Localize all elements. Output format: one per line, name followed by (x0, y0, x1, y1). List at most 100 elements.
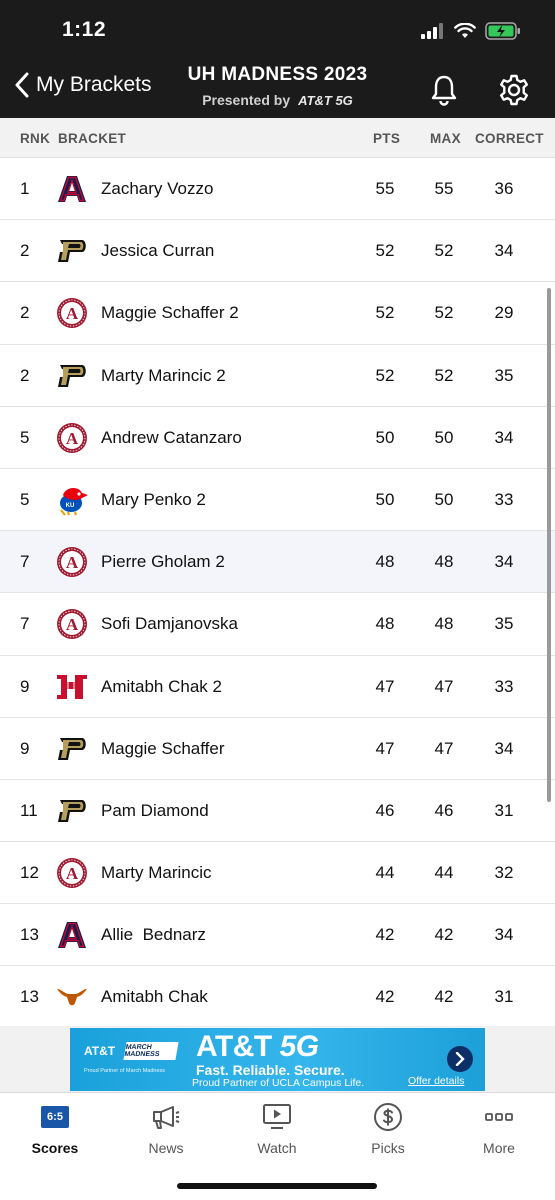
row-correct: 36 (494, 179, 514, 198)
svg-text:KU: KU (66, 503, 75, 509)
tab-scores[interactable]: 6:5 Scores (5, 1101, 105, 1156)
column-bracket: BRACKET (58, 131, 127, 146)
tab-label: Watch (257, 1140, 297, 1156)
row-name: Andrew Catanzaro (101, 427, 242, 447)
row-pts: 52 (375, 241, 395, 261)
tab-label: Scores (31, 1140, 79, 1156)
settings-button[interactable] (497, 73, 531, 112)
row-pts: 50 (375, 427, 395, 447)
table-row[interactable]: 1 Zachary Vozzo 55 55 36 (0, 158, 555, 221)
purdue-logo-icon (55, 795, 89, 827)
row-correct: 34 (494, 552, 514, 572)
tab-news[interactable]: News (116, 1101, 216, 1156)
ad-offer-link[interactable]: Offer details (408, 1075, 464, 1087)
tab-label: Picks (371, 1140, 405, 1156)
row-correct: 35 (494, 365, 514, 385)
row-rank: 9 (20, 738, 30, 758)
purdue-logo-icon (55, 733, 89, 765)
tab-watch[interactable]: Watch (227, 1101, 327, 1156)
more-dots-icon (449, 1101, 549, 1133)
table-row[interactable]: 13 Amitabh Chak 42 42 31 (0, 966, 555, 1026)
row-pts: 47 (375, 676, 395, 696)
row-rank: 2 (20, 303, 30, 323)
scrollbar[interactable] (547, 288, 551, 802)
battery-charging-icon (485, 22, 520, 40)
row-pts: 46 (375, 800, 395, 820)
tab-picks[interactable]: Picks (338, 1101, 438, 1156)
row-correct: 29 (494, 303, 514, 323)
ad-proud-partner: Proud Partner of UCLA Campus Life. (192, 1077, 365, 1089)
row-name: Maggie Schaffer 2 (101, 303, 239, 323)
row-name: Amitabh Chak (101, 987, 208, 1007)
ad-arrow-button[interactable] (447, 1046, 473, 1072)
news-megaphone-icon (116, 1101, 216, 1133)
home-indicator (177, 1183, 377, 1189)
table-row[interactable]: 2 Jessica Curran 52 52 34 (0, 220, 555, 283)
back-label: My Brackets (36, 73, 152, 96)
row-rank: 7 (20, 552, 30, 572)
row-correct: 34 (494, 925, 514, 945)
alabama-logo-icon: A (55, 546, 89, 578)
column-correct: CORRECT (475, 131, 544, 146)
row-rank: 1 (20, 179, 30, 198)
row-rank: 5 (20, 427, 30, 447)
column-max: MAX (430, 131, 461, 146)
column-header: RNK BRACKET PTS MAX CORRECT (0, 118, 555, 158)
ad-sponsor-logos: AT&T MARCH MADNESS (84, 1042, 179, 1060)
row-name: Marty Marincic (101, 863, 212, 883)
gear-icon (500, 74, 528, 106)
table-row-highlighted[interactable]: 7 A Pierre Gholam 2 48 48 34 (0, 531, 555, 594)
table-row[interactable]: 2 A Maggie Schaffer 2 52 52 29 (0, 282, 555, 345)
table-row[interactable]: 12 A Marty Marincic 44 44 32 (0, 842, 555, 905)
row-correct: 34 (494, 427, 514, 447)
svg-text:A: A (66, 615, 79, 634)
table-row[interactable]: 11 Pam Diamond 46 46 31 (0, 779, 555, 843)
table-row[interactable]: 9 Amitabh Chak 2 47 47 33 (0, 655, 555, 718)
table-row[interactable]: 7 A Sofi Damjanovska 48 48 35 (0, 593, 555, 656)
row-pts: 48 (375, 614, 395, 634)
row-pts: 52 (375, 365, 395, 385)
row-rank: 13 (20, 925, 39, 945)
row-max: 46 (434, 800, 454, 820)
row-rank: 9 (20, 676, 30, 696)
row-correct: 31 (494, 800, 514, 820)
alabama-logo-icon: A (55, 297, 89, 329)
svg-text:A: A (66, 864, 79, 883)
table-row[interactable]: 5 A Andrew Catanzaro 50 50 34 (0, 406, 555, 469)
row-name: Pam Diamond (101, 800, 209, 820)
row-name: Zachary Vozzo (101, 179, 214, 198)
table-row[interactable]: 5 KU Mary Penko 2 50 50 33 (0, 468, 555, 532)
table-row[interactable]: 13 Allie Bednarz 42 42 34 (0, 904, 555, 967)
row-max: 48 (434, 552, 454, 572)
standings-list[interactable]: 1 Zachary Vozzo 55 55 36 2 Jessica Curra… (0, 158, 555, 1026)
row-correct: 31 (494, 987, 514, 1007)
status-bar: 1:12 (0, 0, 555, 62)
chevron-right-icon (455, 1052, 465, 1066)
row-max: 50 (434, 489, 454, 509)
tab-more[interactable]: More (449, 1101, 549, 1156)
row-max: 52 (434, 241, 454, 261)
table-row[interactable]: 2 Marty Marincic 2 52 52 35 (0, 344, 555, 407)
march-madness-logo: MARCH MADNESS (123, 1042, 179, 1060)
row-rank: 2 (20, 365, 30, 385)
ad-headline-5g: 5G (279, 1030, 320, 1063)
row-name: Marty Marincic 2 (101, 365, 226, 385)
notifications-button[interactable] (429, 74, 459, 111)
nav-header: My Brackets UH MADNESS 2023 Presented by… (0, 62, 555, 118)
row-max: 52 (434, 303, 454, 323)
bell-icon (431, 75, 457, 106)
row-max: 47 (434, 738, 454, 758)
ad-banner[interactable]: AT&T MARCH MADNESS Proud Partner of Marc… (70, 1028, 485, 1091)
sponsor-logo: AT&T 5G (298, 92, 353, 108)
table-row[interactable]: 9 Maggie Schaffer 47 47 34 (0, 717, 555, 780)
column-pts: PTS (373, 131, 401, 146)
presented-by-label: Presented by (202, 92, 291, 108)
row-name: Maggie Schaffer (101, 738, 225, 758)
purdue-logo-icon (55, 235, 89, 267)
houston-logo-icon (55, 671, 89, 703)
row-pts: 44 (375, 863, 395, 883)
row-max: 48 (434, 614, 454, 634)
row-max: 42 (434, 925, 454, 945)
row-correct: 34 (494, 241, 514, 261)
back-button[interactable]: My Brackets (14, 72, 152, 98)
